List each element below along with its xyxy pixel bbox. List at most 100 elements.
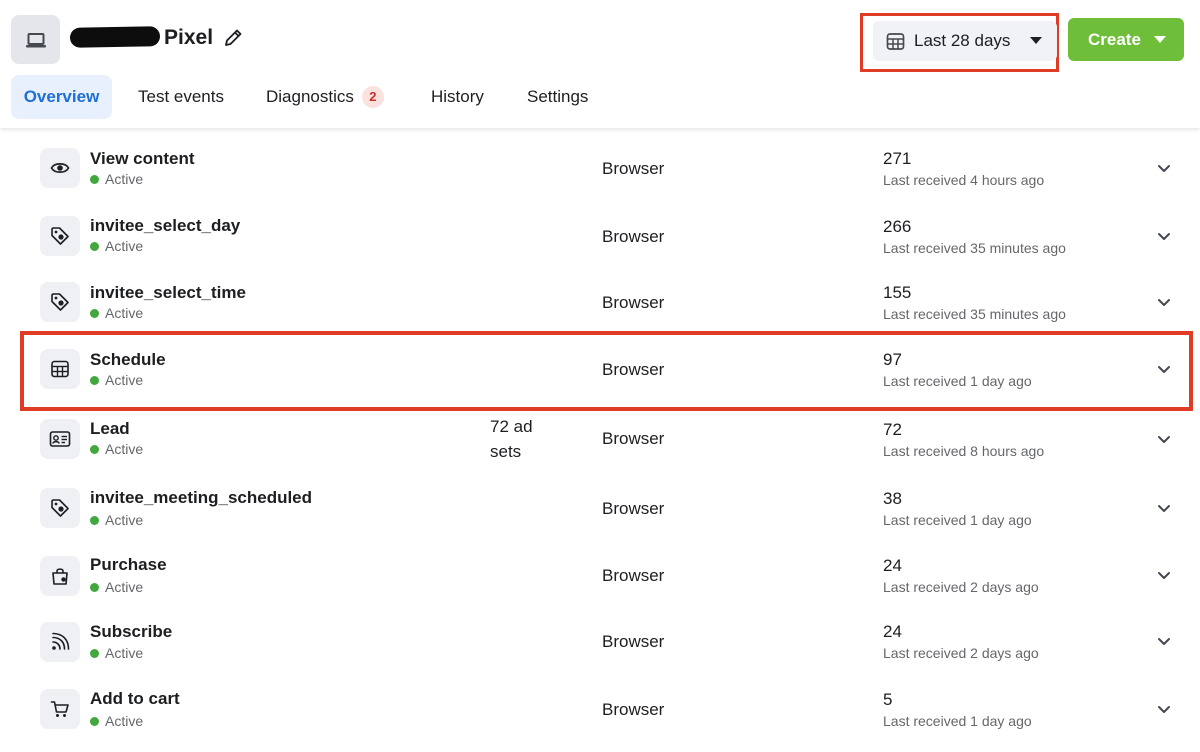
event-last-received: Last received 35 minutes ago xyxy=(883,306,1066,322)
eye-icon xyxy=(40,148,80,188)
event-count: 72 xyxy=(883,420,902,439)
laptop-icon xyxy=(11,15,60,64)
tag-icon xyxy=(40,488,80,528)
status-label: Active xyxy=(105,238,144,254)
pixel-title: Pixel xyxy=(164,26,214,49)
calendar-grid-icon xyxy=(886,32,905,51)
page-header: Pixel Last 28 days Create Overview Test … xyxy=(0,0,1200,128)
status-label: Active xyxy=(105,713,144,729)
event-last-received: Last received 35 minutes ago xyxy=(883,240,1066,256)
event-row-purchase[interactable]: Purchase Active Browser 24 Last received… xyxy=(0,544,1200,606)
tab-label: Diagnostics xyxy=(266,87,354,106)
annotation-highlight-schedule xyxy=(20,331,1193,411)
event-name: View content xyxy=(90,149,195,168)
tag-icon xyxy=(40,216,80,256)
event-row-invitee-meeting-scheduled[interactable]: invitee_meeting_scheduled Active Browser… xyxy=(0,477,1200,539)
event-count: 5 xyxy=(883,690,893,709)
event-row-invitee-select-time[interactable]: invitee_select_time Active Browser 155 L… xyxy=(0,271,1200,333)
event-name: invitee_meeting_scheduled xyxy=(90,488,313,507)
chevron-down-icon[interactable] xyxy=(1155,430,1173,448)
chevron-down-icon[interactable] xyxy=(1155,159,1173,177)
rss-feed-icon xyxy=(40,622,80,662)
status-dot xyxy=(90,582,99,592)
create-button[interactable]: Create xyxy=(1068,18,1184,61)
event-source: Browser xyxy=(602,700,665,719)
pencil-edit-icon[interactable] xyxy=(222,27,244,49)
event-status: Active xyxy=(90,171,143,187)
chevron-down-icon[interactable] xyxy=(1155,632,1173,650)
event-status: Active xyxy=(90,645,143,661)
event-last-received: Last received 1 day ago xyxy=(883,713,1032,729)
event-count: 155 xyxy=(883,283,912,302)
chevron-down-icon[interactable] xyxy=(1155,293,1173,311)
date-range-dropdown[interactable]: Last 28 days xyxy=(873,21,1057,61)
status-label: Active xyxy=(105,305,144,321)
event-count: 24 xyxy=(883,622,902,641)
status-label: Active xyxy=(105,171,144,187)
event-status: Active xyxy=(90,579,143,595)
chevron-down-icon[interactable] xyxy=(1155,566,1173,584)
event-source: Browser xyxy=(602,227,665,246)
chevron-down-icon[interactable] xyxy=(1155,499,1173,517)
event-source: Browser xyxy=(602,293,665,312)
event-name: Lead xyxy=(90,419,130,438)
tab-label: Overview xyxy=(23,87,100,106)
status-dot xyxy=(90,444,99,454)
diagnostics-count-badge: 2 xyxy=(361,86,384,108)
ad-sets-line: sets xyxy=(490,442,522,461)
event-name: Purchase xyxy=(90,555,167,574)
tab-test-events[interactable]: Test events xyxy=(138,75,224,119)
event-name: Subscribe xyxy=(90,622,173,641)
caret-down-icon xyxy=(1030,37,1042,44)
tag-icon xyxy=(40,282,80,322)
status-dot xyxy=(90,515,99,525)
create-label: Create xyxy=(1088,29,1141,49)
redacted-name-block xyxy=(69,26,161,48)
tab-label: Settings xyxy=(527,87,589,106)
event-count: 266 xyxy=(883,217,912,236)
event-status: Active xyxy=(90,305,143,321)
event-name: invitee_select_day xyxy=(90,216,241,235)
event-count: 24 xyxy=(883,556,902,575)
event-count: 38 xyxy=(883,489,902,508)
event-row-lead[interactable]: Lead Active 72 ad sets Browser 72 Last r… xyxy=(0,407,1200,473)
ad-sets-link[interactable]: 72 ad sets xyxy=(490,414,533,464)
date-range-label: Last 28 days xyxy=(914,31,1011,50)
event-row-view-content[interactable]: View content Active Browser 271 Last rec… xyxy=(0,137,1200,199)
status-dot xyxy=(90,174,99,184)
status-label: Active xyxy=(105,441,144,457)
event-last-received: Last received 8 hours ago xyxy=(883,443,1045,459)
status-label: Active xyxy=(105,645,144,661)
event-source: Browser xyxy=(602,499,665,518)
event-source: Browser xyxy=(602,632,665,651)
shopping-bag-icon xyxy=(40,556,80,596)
event-row-add-to-cart[interactable]: Add to cart Active Browser 5 Last receiv… xyxy=(0,678,1200,740)
event-source: Browser xyxy=(602,566,665,585)
chevron-down-icon[interactable] xyxy=(1155,227,1173,245)
status-label: Active xyxy=(105,512,144,528)
tab-diagnostics[interactable]: Diagnostics 2 xyxy=(266,75,384,119)
tab-settings[interactable]: Settings xyxy=(527,75,588,119)
event-last-received: Last received 1 day ago xyxy=(883,512,1032,528)
event-last-received: Last received 2 days ago xyxy=(883,579,1039,595)
status-label: Active xyxy=(105,579,144,595)
event-row-invitee-select-day[interactable]: invitee_select_day Active Browser 266 La… xyxy=(0,204,1200,266)
event-source: Browser xyxy=(602,159,665,178)
tab-history[interactable]: History xyxy=(431,75,484,119)
tab-label: Test events xyxy=(138,87,224,106)
chevron-down-icon[interactable] xyxy=(1155,700,1173,718)
ad-sets-line: 72 ad xyxy=(490,417,533,436)
tab-overview[interactable]: Overview xyxy=(11,75,112,119)
event-last-received: Last received 2 days ago xyxy=(883,645,1039,661)
event-status: Active xyxy=(90,441,143,457)
event-name: invitee_select_time xyxy=(90,283,246,302)
status-dot xyxy=(90,716,99,726)
event-source: Browser xyxy=(602,429,665,448)
event-status: Active xyxy=(90,713,143,729)
id-card-icon xyxy=(40,419,80,459)
tab-label: History xyxy=(431,87,484,106)
event-last-received: Last received 4 hours ago xyxy=(883,172,1045,188)
cart-icon xyxy=(40,689,80,729)
event-row-subscribe[interactable]: Subscribe Active Browser 24 Last receive… xyxy=(0,611,1200,673)
event-count: 271 xyxy=(883,149,912,168)
